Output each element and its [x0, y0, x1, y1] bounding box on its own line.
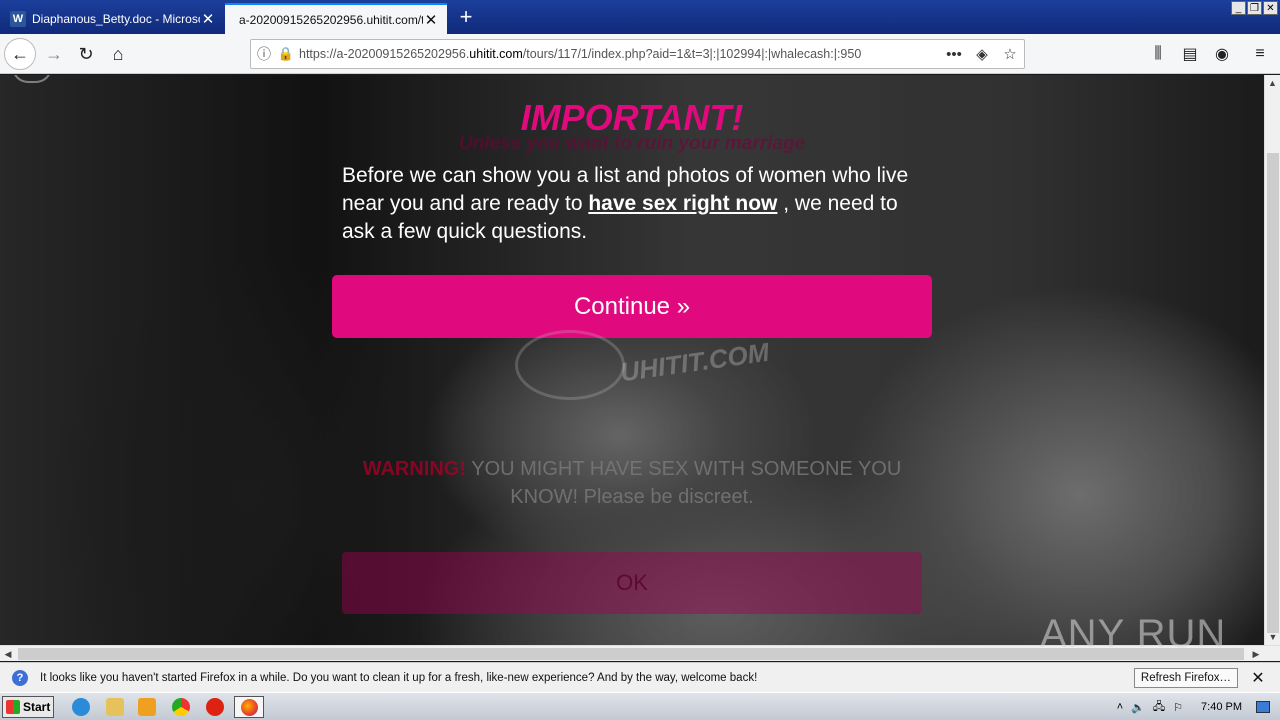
page-content: Unless you want to ruin your marriage IM…: [0, 75, 1264, 645]
url-prefix: https://a-20200915265202956.: [299, 47, 470, 61]
minimize-icon[interactable]: _: [1231, 1, 1246, 15]
intro-text: Before we can show you a list and photos…: [342, 162, 922, 246]
navigation-toolbar: ← → ↻ ⌂ ⓘ 🔒 https://a-20200915265202956.…: [0, 34, 1280, 74]
close-window-icon[interactable]: ✕: [1263, 1, 1278, 15]
scroll-up-icon[interactable]: ▲: [1265, 75, 1280, 91]
show-desktop-icon[interactable]: [1256, 701, 1270, 713]
home-button[interactable]: ⌂: [102, 38, 134, 70]
anyrun-watermark: ANY RUN: [1040, 612, 1227, 656]
vertical-scroll-thumb[interactable]: [1267, 153, 1279, 633]
page-actions-icon[interactable]: •••: [940, 46, 968, 63]
firefox-icon: [241, 699, 258, 716]
close-icon[interactable]: ✕: [1248, 668, 1268, 688]
volume-icon[interactable]: 🔈: [1131, 701, 1145, 714]
firefox-taskbar-button[interactable]: [234, 696, 264, 718]
scroll-left-icon[interactable]: ◀: [0, 646, 16, 662]
important-heading: IMPORTANT!: [520, 97, 744, 138]
ok-button[interactable]: OK: [342, 552, 922, 614]
opera-icon[interactable]: [206, 698, 224, 716]
continue-button[interactable]: Continue »: [332, 275, 932, 338]
back-button[interactable]: ←: [4, 38, 36, 70]
start-button[interactable]: Start: [2, 696, 54, 718]
account-icon[interactable]: ◉: [1206, 38, 1238, 70]
tab-title: a-20200915265202956.uhitit.com/tour: [239, 12, 423, 27]
watermark-logo-icon: [515, 330, 625, 400]
menu-icon[interactable]: ≡: [1244, 38, 1276, 70]
pocket-icon[interactable]: ◈: [968, 45, 996, 63]
scroll-right-icon[interactable]: ▶: [1248, 646, 1264, 662]
url-domain: uhitit.com: [469, 47, 523, 61]
warning-label: WARNING!: [362, 458, 467, 480]
vertical-scrollbar[interactable]: ▲ ▼: [1264, 75, 1280, 645]
info-icon[interactable]: ⓘ: [251, 44, 277, 64]
forward-button[interactable]: →: [38, 38, 70, 70]
url-text[interactable]: https://a-20200915265202956.uhitit.com/t…: [295, 47, 940, 61]
internet-explorer-icon[interactable]: [72, 698, 90, 716]
refresh-firefox-button[interactable]: Refresh Firefox…: [1133, 667, 1238, 688]
clock[interactable]: 7:40 PM: [1201, 701, 1242, 713]
chrome-icon[interactable]: [172, 698, 190, 716]
tray-expand-icon[interactable]: ˄: [1117, 701, 1123, 713]
tab-strip: W Diaphanous_Betty.doc - Microsoft ✕ a-2…: [0, 0, 1280, 34]
close-icon[interactable]: ✕: [423, 12, 439, 29]
bookmark-star-icon[interactable]: ☆: [996, 45, 1024, 63]
close-icon[interactable]: ✕: [200, 11, 216, 28]
explorer-folder-icon[interactable]: [106, 698, 124, 716]
word-icon: W: [10, 10, 26, 27]
start-label: Start: [23, 700, 51, 714]
warning-text: WARNING! YOU MIGHT HAVE SEX WITH SOMEONE…: [340, 455, 924, 511]
notification-bar: ? It looks like you haven't started Fire…: [0, 662, 1280, 692]
taskbar: Start ˄ 🔈 🖧 ⚐ 7:40 PM: [0, 692, 1280, 720]
warning-body: YOU MIGHT HAVE SEX WITH SOMEONE YOU KNOW…: [466, 458, 902, 508]
tab-word-document[interactable]: W Diaphanous_Betty.doc - Microsoft ✕: [2, 3, 224, 34]
window-controls: _ ❐ ✕: [1231, 1, 1278, 15]
restore-icon[interactable]: ❐: [1247, 1, 1262, 15]
library-icon[interactable]: ⫼: [1142, 38, 1174, 70]
url-bar[interactable]: ⓘ 🔒 https://a-20200915265202956.uhitit.c…: [250, 39, 1025, 69]
system-tray: ˄ 🔈 🖧 ⚐ 7:40 PM: [1117, 695, 1280, 719]
network-icon[interactable]: 🖧: [1153, 698, 1165, 717]
new-tab-button[interactable]: +: [452, 4, 480, 30]
media-player-icon[interactable]: [138, 698, 156, 716]
lock-icon[interactable]: 🔒: [277, 46, 295, 62]
windows-flag-icon: [6, 700, 20, 714]
sidebar-icon[interactable]: ▤: [1174, 38, 1206, 70]
notification-message: It looks like you haven't started Firefo…: [40, 671, 758, 684]
tab-title: Diaphanous_Betty.doc - Microsoft: [32, 11, 200, 26]
question-icon: ?: [12, 669, 28, 686]
reload-button[interactable]: ↻: [70, 38, 102, 70]
url-suffix: /tours/117/1/index.php?aid=1&t=3|:|10299…: [522, 47, 862, 61]
action-center-flag-icon[interactable]: ⚐: [1173, 701, 1183, 714]
scroll-down-icon[interactable]: ▼: [1265, 629, 1280, 645]
tab-uhitit[interactable]: a-20200915265202956.uhitit.com/tour ✕: [225, 3, 447, 34]
intro-text-strong: have sex right now: [588, 192, 778, 215]
